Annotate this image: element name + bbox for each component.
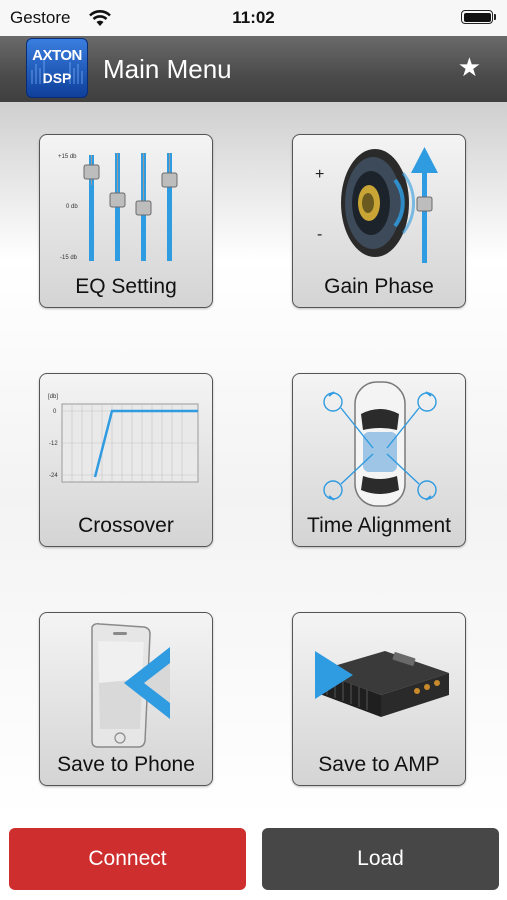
star-icon[interactable]: ★ [458,54,481,80]
eq-setting-label: EQ Setting [75,275,177,298]
crossover-tick-2: -24 [49,473,58,479]
main-menu-grid: +15 db 0 db -15 db EQ Setting + - Gain P… [0,102,507,820]
gain-minus: - [317,226,322,243]
logo-text-dsp: DSP [42,70,72,86]
battery-icon [461,10,497,26]
phone-icon [91,623,170,748]
eq-scale-bottom: -15 db [60,255,78,261]
gain-phase-tile[interactable]: + - Gain Phase [292,134,466,308]
save-to-amp-label: Save to AMP [318,753,440,776]
save-to-phone-tile[interactable]: Save to Phone [39,612,213,786]
save-to-phone-label: Save to Phone [57,753,195,776]
clock: 11:02 [232,8,275,27]
connect-button[interactable]: Connect [9,828,246,890]
eq-scale-top: +15 db [58,154,77,160]
speaker-icon: + - [315,147,438,263]
crossover-chart-icon: [db] 0 -12 -24 [48,394,199,483]
save-to-amp-tile[interactable]: Save to AMP [292,612,466,786]
bottom-toolbar: Connect Load [0,820,507,900]
car-top-view-icon [323,381,437,507]
time-alignment-label: Time Alignment [307,514,451,537]
gain-plus: + [315,166,324,183]
crossover-unit: [db] [48,394,58,400]
crossover-label: Crossover [78,514,174,537]
eq-scale-mid: 0 db [66,204,78,210]
crossover-tick-1: -12 [49,441,58,447]
status-bar: Gestore 11:02 [0,0,507,36]
page-title: Main Menu [103,54,232,84]
time-alignment-tile[interactable]: Time Alignment [292,373,466,547]
crossover-tick-0: 0 [53,409,57,415]
gain-phase-label: Gain Phase [324,275,434,298]
nav-bar: AXTON DSP Main Menu ★ [0,36,507,102]
load-button[interactable]: Load [262,828,499,890]
eq-setting-tile[interactable]: +15 db 0 db -15 db EQ Setting [39,134,213,308]
equalizer-icon: +15 db 0 db -15 db [58,153,178,261]
crossover-tile[interactable]: [db] 0 -12 -24 Crossover [39,373,213,547]
logo-text-brand: AXTON [32,47,82,64]
app-logo: AXTON DSP [26,38,88,98]
amplifier-icon [315,651,449,717]
